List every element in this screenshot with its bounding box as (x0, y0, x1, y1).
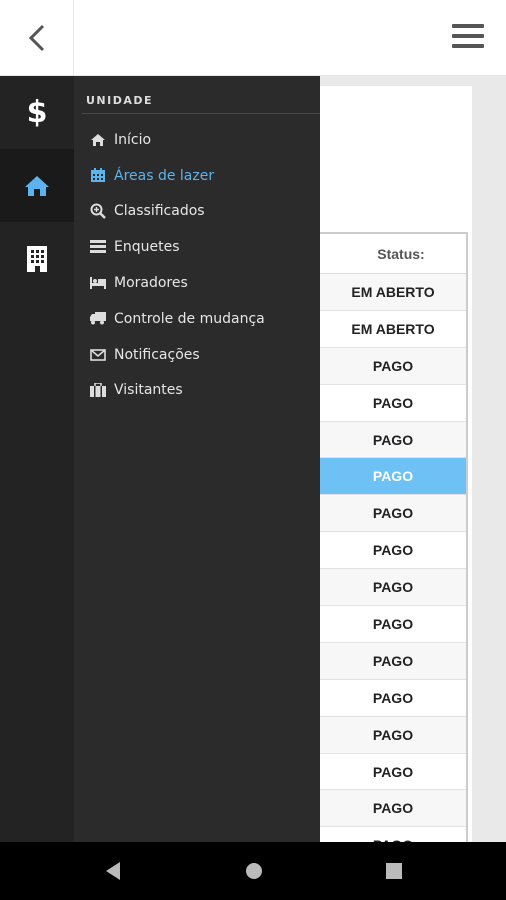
icon-rail: $ (0, 76, 74, 842)
rail-item-home[interactable] (0, 149, 74, 222)
home-icon (90, 133, 106, 147)
table-row[interactable]: PAGO (320, 790, 466, 828)
table-row[interactable]: PAGO (320, 716, 466, 754)
table-row[interactable]: PAGO (320, 827, 466, 842)
table-row[interactable]: PAGO (320, 606, 466, 643)
drawer-item-label: Visitantes (114, 382, 183, 399)
menu-line (452, 34, 484, 38)
home-icon (25, 175, 49, 196)
table-row[interactable]: PAGO (320, 532, 466, 570)
drawer-item-label: Enquetes (114, 239, 180, 256)
table-row[interactable]: PAGO (320, 569, 466, 607)
nav-home-icon[interactable] (244, 861, 264, 881)
dollar-icon: $ (26, 95, 48, 130)
drawer-list: Início Áreas de lazer Classificados Enqu… (90, 122, 316, 408)
tasks-icon (90, 240, 106, 254)
rail-item-finance[interactable]: $ (0, 76, 74, 149)
nav-back-icon[interactable] (104, 861, 122, 881)
table-row[interactable]: PAGO (320, 642, 466, 680)
top-app-bar (0, 0, 506, 76)
hamburger-menu-button[interactable] (452, 24, 484, 52)
drawer-item-notificacoes[interactable]: Notificações (90, 337, 316, 373)
search-plus-icon (90, 203, 106, 220)
table-row[interactable]: PAGO (320, 421, 466, 459)
drawer-item-visitantes[interactable]: Visitantes (90, 373, 316, 409)
chevron-left-icon (28, 24, 44, 52)
table-row[interactable]: EM ABERTO (320, 311, 466, 348)
drawer-item-classificados[interactable]: Classificados (90, 194, 316, 230)
table-row[interactable]: PAGO (320, 680, 466, 717)
drawer-item-label: Moradores (114, 275, 188, 292)
table-row[interactable]: PAGO (320, 347, 466, 385)
table-row[interactable]: PAGO (320, 385, 466, 422)
drawer-item-inicio[interactable]: Início (90, 122, 316, 158)
table-row[interactable]: PAGO (320, 458, 466, 496)
drawer-item-enquetes[interactable]: Enquetes (90, 229, 316, 265)
drawer-section-title: UNIDADE (86, 94, 154, 107)
status-rows: EM ABERTO EM ABERTO PAGO PAGO PAGO PAGO PAGO PA… (320, 274, 466, 842)
status-column-header: Status: (320, 234, 466, 274)
rail-item-building[interactable] (0, 222, 74, 295)
navigation-drawer: UNIDADE Início Áreas de lazer Classifica… (74, 76, 320, 842)
briefcase-icon (90, 383, 106, 398)
drawer-item-label: Classificados (114, 203, 205, 220)
envelope-icon (90, 348, 106, 362)
building-icon (27, 245, 47, 272)
drawer-item-moradores[interactable]: Moradores (90, 265, 316, 301)
calendar-icon (90, 168, 106, 183)
status-table: Status: EM ABERTO EM ABERTO PAGO PAGO PAGO PA… (320, 232, 468, 842)
table-row[interactable]: PAGO (320, 754, 466, 791)
table-row[interactable]: EM ABERTO (320, 274, 466, 311)
back-button[interactable] (0, 0, 74, 76)
drawer-item-areas-de-lazer[interactable]: Áreas de lazer (90, 158, 316, 194)
drawer-item-label: Início (114, 131, 152, 148)
nav-recents-icon[interactable] (385, 861, 403, 881)
system-navigation-bar (0, 842, 506, 900)
drawer-item-label: Controle de mudança (114, 310, 265, 327)
drawer-item-label: Áreas de lazer (114, 167, 215, 184)
bed-icon (90, 276, 106, 290)
menu-line (452, 24, 484, 28)
drawer-item-label: Notificações (114, 346, 200, 363)
menu-line (452, 44, 484, 48)
drawer-item-controle-de-mudanca[interactable]: Controle de mudança (90, 301, 316, 337)
divider (82, 113, 320, 114)
table-row[interactable]: PAGO (320, 495, 466, 533)
truck-icon (90, 312, 106, 326)
